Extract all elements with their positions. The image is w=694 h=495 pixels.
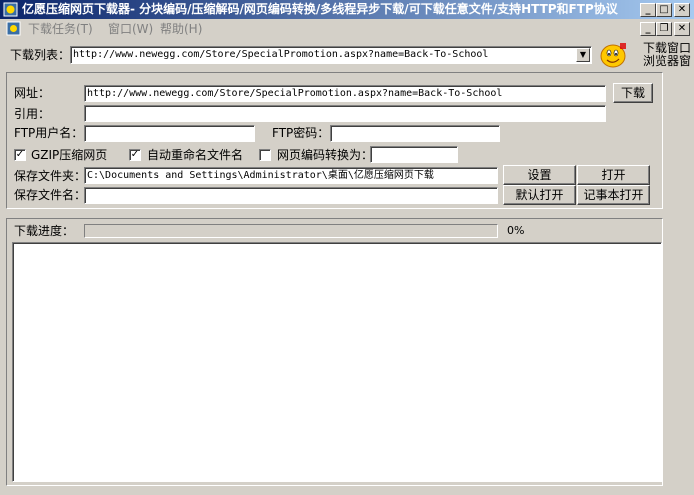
encoding-input[interactable] bbox=[370, 146, 458, 163]
menu-window[interactable]: 窗口(W) bbox=[108, 21, 153, 37]
auto-rename-checkbox[interactable]: ✓ bbox=[129, 149, 141, 161]
referer-label: 引用： bbox=[14, 107, 51, 121]
child-restore-button[interactable]: ❐ bbox=[656, 22, 672, 36]
close-button[interactable]: ✕ bbox=[674, 3, 690, 17]
checkmark-icon: ✓ bbox=[15, 149, 25, 160]
referer-input[interactable] bbox=[84, 105, 606, 122]
download-list-combobox[interactable]: http://www.newegg.com/Store/SpecialPromo… bbox=[70, 46, 592, 64]
child-close-button[interactable]: ✕ bbox=[674, 22, 690, 36]
smiley-icon[interactable] bbox=[598, 41, 628, 69]
settings-button[interactable]: 设置 bbox=[503, 165, 576, 185]
menu-bar: 下载任务(T) 窗口(W) 帮助(H) bbox=[0, 19, 694, 39]
progress-label: 下载进度： bbox=[14, 224, 75, 238]
encoding-checkbox[interactable] bbox=[259, 149, 271, 161]
menu-download-task[interactable]: 下载任务(T) bbox=[28, 21, 93, 37]
save-name-input[interactable] bbox=[84, 187, 498, 204]
chevron-down-icon[interactable]: ▼ bbox=[576, 48, 590, 62]
minimize-button[interactable]: _ bbox=[640, 3, 656, 17]
progress-bar bbox=[84, 224, 498, 238]
download-list-label: 下载列表： bbox=[10, 48, 71, 62]
app-icon bbox=[3, 2, 18, 17]
save-name-label: 保存文件名： bbox=[14, 188, 87, 202]
url-input[interactable]: http://www.newegg.com/Store/SpecialPromo… bbox=[84, 85, 606, 102]
download-button[interactable]: 下载 bbox=[613, 83, 653, 103]
child-minimize-button[interactable]: _ bbox=[640, 22, 656, 36]
title-bar[interactable]: 亿愿压缩网页下载器- 分块编码/压缩解码/网页编码转换/多线程异步下载/可下载任… bbox=[0, 0, 694, 19]
default-open-button[interactable]: 默认打开 bbox=[503, 185, 576, 205]
gzip-checkbox[interactable]: ✓ bbox=[14, 149, 26, 161]
maximize-button[interactable]: □ bbox=[656, 3, 672, 17]
window-title: 亿愿压缩网页下载器- 分块编码/压缩解码/网页编码转换/多线程异步下载/可下载任… bbox=[22, 2, 622, 16]
auto-rename-label[interactable]: 自动重命名文件名 bbox=[147, 147, 243, 163]
menu-help[interactable]: 帮助(H) bbox=[160, 21, 202, 37]
ftp-pass-input[interactable] bbox=[330, 125, 500, 142]
document-icon[interactable] bbox=[6, 21, 21, 36]
ftp-user-label: FTP用户名： bbox=[14, 126, 84, 140]
notepad-open-button[interactable]: 记事本打开 bbox=[577, 185, 650, 205]
browser-window-label[interactable]: 浏览器窗 bbox=[643, 55, 691, 68]
ftp-user-input[interactable] bbox=[84, 125, 255, 142]
checkmark-icon: ✓ bbox=[130, 149, 140, 160]
progress-percent: 0% bbox=[507, 224, 525, 237]
open-button[interactable]: 打开 bbox=[577, 165, 650, 185]
save-folder-input[interactable]: C:\Documents and Settings\Administrator\… bbox=[84, 167, 498, 184]
save-folder-label: 保存文件夹： bbox=[14, 169, 87, 183]
download-list-value: http://www.newegg.com/Store/SpecialPromo… bbox=[73, 49, 489, 60]
gzip-label[interactable]: GZIP压缩网页 bbox=[31, 147, 107, 163]
ftp-pass-label: FTP密码： bbox=[272, 126, 330, 140]
encoding-label[interactable]: 网页编码转换为： bbox=[277, 147, 373, 163]
url-label: 网址： bbox=[14, 86, 51, 100]
log-output-area[interactable] bbox=[12, 242, 662, 482]
